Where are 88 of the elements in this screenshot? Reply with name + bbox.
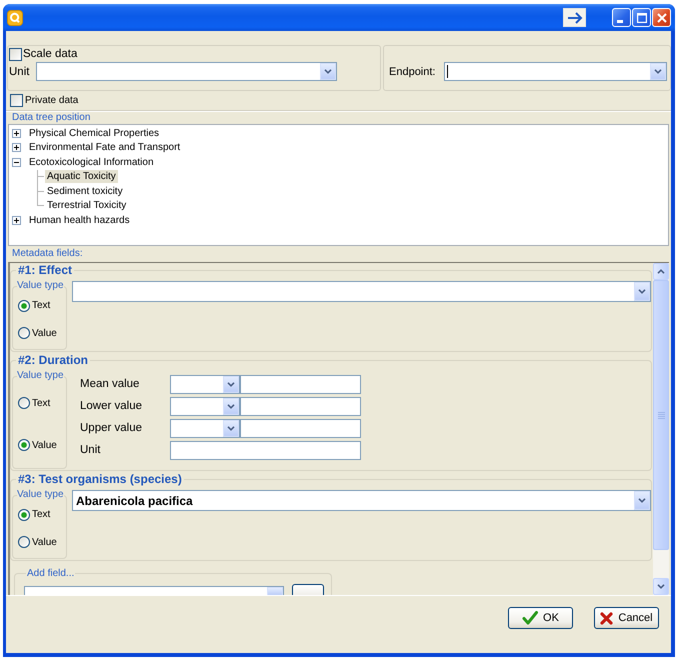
- radio-label: Value: [32, 440, 57, 450]
- cancel-button[interactable]: Cancel: [594, 607, 659, 629]
- field-label: Unit: [9, 66, 30, 78]
- dropdown-button[interactable]: [634, 491, 650, 510]
- minimize-icon: [616, 20, 622, 23]
- tree-item[interactable]: Human health hazards: [27, 214, 132, 227]
- dropdown-field[interactable]: [72, 281, 651, 302]
- dropdown-button[interactable]: [223, 420, 239, 436]
- tree-item[interactable]: Ecotoxicological Information: [27, 156, 156, 169]
- radio-button[interactable]: [18, 327, 30, 340]
- field-title: #3: Test organisms (species): [17, 473, 183, 486]
- field-title: #1: Effect: [17, 264, 74, 277]
- tree-item[interactable]: Physical Chemical Properties: [27, 126, 162, 140]
- maximize-icon: [636, 12, 646, 22]
- chevron-down-icon: [227, 404, 235, 409]
- field-label: Lower value: [79, 400, 144, 412]
- cross-icon: [600, 612, 614, 624]
- chevron-down-icon: [227, 382, 235, 387]
- scrollbar-thumb[interactable]: [653, 280, 669, 550]
- maximize-button[interactable]: [632, 8, 651, 27]
- radio-label: Text: [32, 300, 50, 312]
- text-field[interactable]: [240, 419, 361, 438]
- forward-button[interactable]: [563, 8, 586, 27]
- dropdown-button[interactable]: [650, 63, 666, 80]
- radio-button[interactable]: [18, 439, 30, 451]
- expand-icon[interactable]: [12, 216, 21, 225]
- tree-item[interactable]: Environmental Fate and Transport: [27, 141, 182, 154]
- radio-button[interactable]: [18, 536, 30, 548]
- chevron-down-icon: [657, 584, 665, 589]
- field-label: Endpoint:: [389, 66, 436, 78]
- tree-item[interactable]: Aquatic Toxicity: [45, 170, 118, 184]
- panel-title: Value type: [17, 489, 64, 501]
- radio-button[interactable]: [18, 300, 30, 312]
- dropdown-field[interactable]: [444, 62, 667, 81]
- text-field[interactable]: [240, 375, 361, 394]
- checkbox-label: Private data: [25, 95, 78, 106]
- chevron-down-icon: [227, 426, 235, 431]
- field-label: Upper value: [79, 422, 144, 434]
- section-label: Data tree position: [11, 112, 92, 124]
- tree-item[interactable]: Sediment toxicity: [45, 184, 125, 198]
- radio-label: Value: [32, 536, 57, 548]
- expand-icon[interactable]: [12, 143, 21, 152]
- collapse-icon[interactable]: [12, 158, 21, 167]
- dropdown-field[interactable]: [170, 375, 240, 394]
- checkbox[interactable]: [10, 94, 23, 107]
- app-icon: [7, 10, 23, 26]
- radio-label: Text: [32, 509, 50, 520]
- field-label: Unit: [79, 444, 102, 456]
- chevron-down-icon: [638, 498, 646, 503]
- scroll-up-button[interactable]: [653, 263, 669, 280]
- dropdown-field[interactable]: [170, 419, 240, 438]
- dropdown-button[interactable]: [320, 63, 336, 80]
- radio-label: Text: [32, 398, 50, 408]
- checkbox-label: Scale data: [23, 48, 78, 60]
- scroll-down-button[interactable]: [653, 578, 669, 595]
- dropdown-button[interactable]: [634, 282, 650, 301]
- panel-title: Value type: [17, 370, 64, 382]
- grip-icon: [658, 412, 664, 418]
- dropdown-field[interactable]: [170, 397, 240, 416]
- close-icon: [656, 12, 666, 22]
- panel-title: Add field...: [26, 567, 76, 580]
- radio-button[interactable]: [18, 508, 30, 521]
- section-label: Metadata fields:: [11, 248, 84, 260]
- radio-label: Value: [32, 328, 57, 339]
- expand-icon[interactable]: [12, 128, 21, 138]
- text-field[interactable]: [170, 441, 361, 460]
- chevron-up-icon: [657, 269, 665, 274]
- tree-item[interactable]: Terrestrial Toxicity: [45, 199, 128, 212]
- dropdown-field[interactable]: [36, 62, 337, 81]
- close-button[interactable]: [652, 8, 671, 27]
- minimize-button[interactable]: [612, 8, 631, 27]
- field-label: Mean value: [79, 378, 140, 390]
- right-arrow-icon: [566, 12, 582, 24]
- dropdown-button[interactable]: [223, 398, 239, 414]
- radio-button[interactable]: [18, 397, 30, 409]
- chevron-down-icon: [638, 289, 646, 294]
- chevron-down-icon: [654, 69, 662, 74]
- text-field[interactable]: [240, 397, 361, 416]
- dropdown-field[interactable]: [24, 586, 284, 595]
- panel-title: Value type: [17, 280, 64, 292]
- dropdown-field[interactable]: Abarenicola pacifica: [72, 490, 651, 511]
- field-title: #2: Duration: [17, 354, 90, 367]
- dropdown-button[interactable]: [223, 376, 239, 392]
- more-button[interactable]: [292, 584, 324, 595]
- chevron-down-icon: [324, 69, 332, 74]
- ok-button[interactable]: OK: [508, 607, 573, 629]
- checkbox[interactable]: [9, 48, 22, 60]
- check-icon: [522, 611, 538, 625]
